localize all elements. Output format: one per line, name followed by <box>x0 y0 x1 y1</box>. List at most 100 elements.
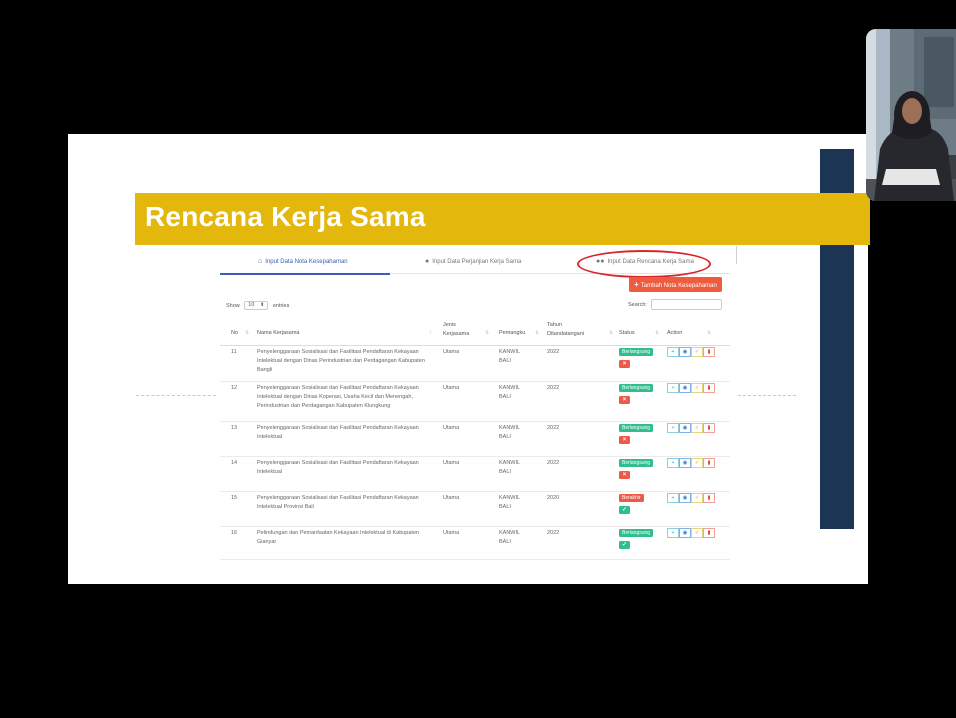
th-label: Jenis Kerjasama <box>443 322 470 337</box>
search-input[interactable] <box>651 299 722 310</box>
th-status[interactable]: Status ⇅ <box>619 329 659 338</box>
trash-icon[interactable]: ▮ <box>703 423 715 433</box>
th-nama[interactable]: Nama Kerjasama ↑ <box>257 329 437 338</box>
th-pemangku[interactable]: Pemangku ⇅ <box>499 329 539 338</box>
th-label: No <box>231 330 239 336</box>
check-icon[interactable]: ✓ <box>691 383 703 393</box>
tab-bar: ⌂ Input Data Nota Kesepahaman ● Input Data… <box>220 250 730 278</box>
plus-icon[interactable]: + <box>667 423 679 433</box>
table-row: 12 Penyelenggaraan Sosialisasi dan Fasili… <box>220 382 730 422</box>
trash-icon[interactable]: ▮ <box>703 528 715 538</box>
title-banner: Rencana Kerja Sama <box>135 193 870 245</box>
cell-nama-kerjasama: Penyelenggaraan Sosialisasi dan Fasilita… <box>257 460 419 475</box>
cell-nama-kerjasama: Penyelenggaraan Sosialisasi dan Fasilita… <box>257 349 425 373</box>
sort-icon: ⇅ <box>485 330 490 336</box>
sort-icon: ⇅ <box>245 330 250 336</box>
eye-icon[interactable]: ◉ <box>679 493 691 503</box>
plus-icon[interactable]: + <box>667 458 679 468</box>
row-actions: + ◉ ✓ ▮ <box>667 458 715 468</box>
divider-left <box>136 395 216 396</box>
home-icon: ⌂ <box>258 258 263 265</box>
trash-icon[interactable]: ▮ <box>703 493 715 503</box>
cell-jenis-kerjasama: Utama <box>443 460 460 466</box>
add-button-label: Tambah Nota Kesepahaman <box>640 283 717 289</box>
status-badge: Berlangsung <box>619 424 654 432</box>
sort-icon: ⇅ <box>535 330 540 336</box>
row-actions: + ◉ ✓ ▮ <box>667 528 715 538</box>
check-icon[interactable]: ✓ <box>691 423 703 433</box>
cell-nama-kerjasama: Penyelenggaraan Sosialisasi dan Fasilita… <box>257 385 419 409</box>
cell-pemangku: KANWIL BALI <box>499 495 520 510</box>
th-label: Nama Kerjasama <box>257 330 300 336</box>
cell-nama-kerjasama: Penyelenggaraan Sosialisasi dan Fasilita… <box>257 425 419 440</box>
tab-perjanjian-kerja-sama[interactable]: ● Input Data Perjanjian Kerja Sama <box>425 258 521 265</box>
cell-no: 11 <box>231 349 237 355</box>
cell-tahun: 2022 <box>547 425 560 431</box>
th-label: Status <box>619 330 635 336</box>
cell-tahun: 2022 <box>547 460 560 466</box>
th-action[interactable]: Action ⇅ <box>667 329 711 338</box>
trash-icon[interactable]: ▮ <box>703 347 715 357</box>
cell-jenis-kerjasama: Utama <box>443 495 460 501</box>
status-badge: Berlangsung <box>619 529 654 537</box>
tab-nota-kesepahaman[interactable]: ⌂ Input Data Nota Kesepahaman <box>258 258 348 265</box>
trash-icon[interactable]: ▮ <box>703 383 715 393</box>
cell-pemangku: KANWIL BALI <box>499 460 520 475</box>
check-icon[interactable]: ✓ <box>691 493 703 503</box>
plus-icon[interactable]: + <box>667 528 679 538</box>
table-row: 11 Penyelenggaraan Sosialisasi dan Fasili… <box>220 346 730 382</box>
eye-icon[interactable]: ◉ <box>679 528 691 538</box>
search-label: Search: <box>628 302 647 308</box>
cell-nama-kerjasama: Penyelenggaraan Sosialisasi dan Fasilita… <box>257 495 419 510</box>
entries-length-control: Show 10 ⬍ entries <box>226 301 289 310</box>
entries-select[interactable]: 10 ⬍ <box>244 301 269 310</box>
highlight-circle <box>577 250 711 278</box>
divider-right <box>738 395 796 396</box>
eye-icon[interactable]: ◉ <box>679 347 691 357</box>
cell-pemangku: KANWIL BALI <box>499 425 520 440</box>
cell-pemangku: KANWIL BALI <box>499 385 520 400</box>
status-close-icon[interactable]: × <box>619 471 630 479</box>
app-screenshot: ⌂ Input Data Nota Kesepahaman ● Input Data… <box>220 250 730 570</box>
plus-icon[interactable]: + <box>667 493 679 503</box>
tab-label: Input Data Nota Kesepahaman <box>265 259 348 265</box>
th-label: Pemangku <box>499 330 526 336</box>
cell-jenis-kerjasama: Utama <box>443 349 460 355</box>
sort-icon: ⇅ <box>655 330 660 336</box>
status-close-icon[interactable]: × <box>619 396 630 404</box>
check-icon[interactable]: ✓ <box>691 528 703 538</box>
plus-icon[interactable]: + <box>667 383 679 393</box>
trash-icon[interactable]: ▮ <box>703 458 715 468</box>
cell-pemangku: KANWIL BALI <box>499 349 520 364</box>
cell-tahun: 2022 <box>547 530 560 536</box>
cell-pemangku: KANWIL BALI <box>499 530 520 545</box>
chevron-down-icon: ⬍ <box>260 302 265 308</box>
row-actions: + ◉ ✓ ▮ <box>667 347 715 357</box>
th-label: Tahun Ditandatangani <box>547 322 585 337</box>
check-icon[interactable]: ✓ <box>691 458 703 468</box>
table-row: 15 Penyelenggaraan Sosialisasi dan Fasili… <box>220 492 730 527</box>
status-check-icon[interactable]: ✓ <box>619 541 630 549</box>
table-row: 14 Penyelenggaraan Sosialisasi dan Fasili… <box>220 457 730 492</box>
cell-no: 14 <box>231 460 238 466</box>
th-label: Action <box>667 330 683 336</box>
eye-icon[interactable]: ◉ <box>679 423 691 433</box>
status-check-icon[interactable]: ✓ <box>619 506 630 514</box>
th-tahun[interactable]: Tahun Ditandatangani ⇅ <box>547 321 613 339</box>
th-no[interactable]: No ⇅ <box>231 329 249 338</box>
cell-tahun: 2020 <box>547 495 560 501</box>
show-label: Show <box>226 302 240 309</box>
plus-icon[interactable]: + <box>667 347 679 357</box>
cell-no: 16 <box>231 530 238 536</box>
th-jenis[interactable]: Jenis Kerjasama ⇅ <box>443 321 489 339</box>
eye-icon[interactable]: ◉ <box>679 458 691 468</box>
eye-icon[interactable]: ◉ <box>679 383 691 393</box>
status-close-icon[interactable]: × <box>619 436 630 444</box>
add-nota-button[interactable]: + Tambah Nota Kesepahaman <box>629 277 722 292</box>
cell-no: 13 <box>231 425 238 431</box>
table-header: No ⇅ Nama Kerjasama ↑ Jenis Kerjasama ⇅ Pem… <box>220 320 730 346</box>
presenter-video-image <box>866 29 956 201</box>
status-close-icon[interactable]: × <box>619 360 630 368</box>
table-row: 16 Pelindungan dan Pemanfaatan Kekayaan I… <box>220 527 730 560</box>
check-icon[interactable]: ✓ <box>691 347 703 357</box>
